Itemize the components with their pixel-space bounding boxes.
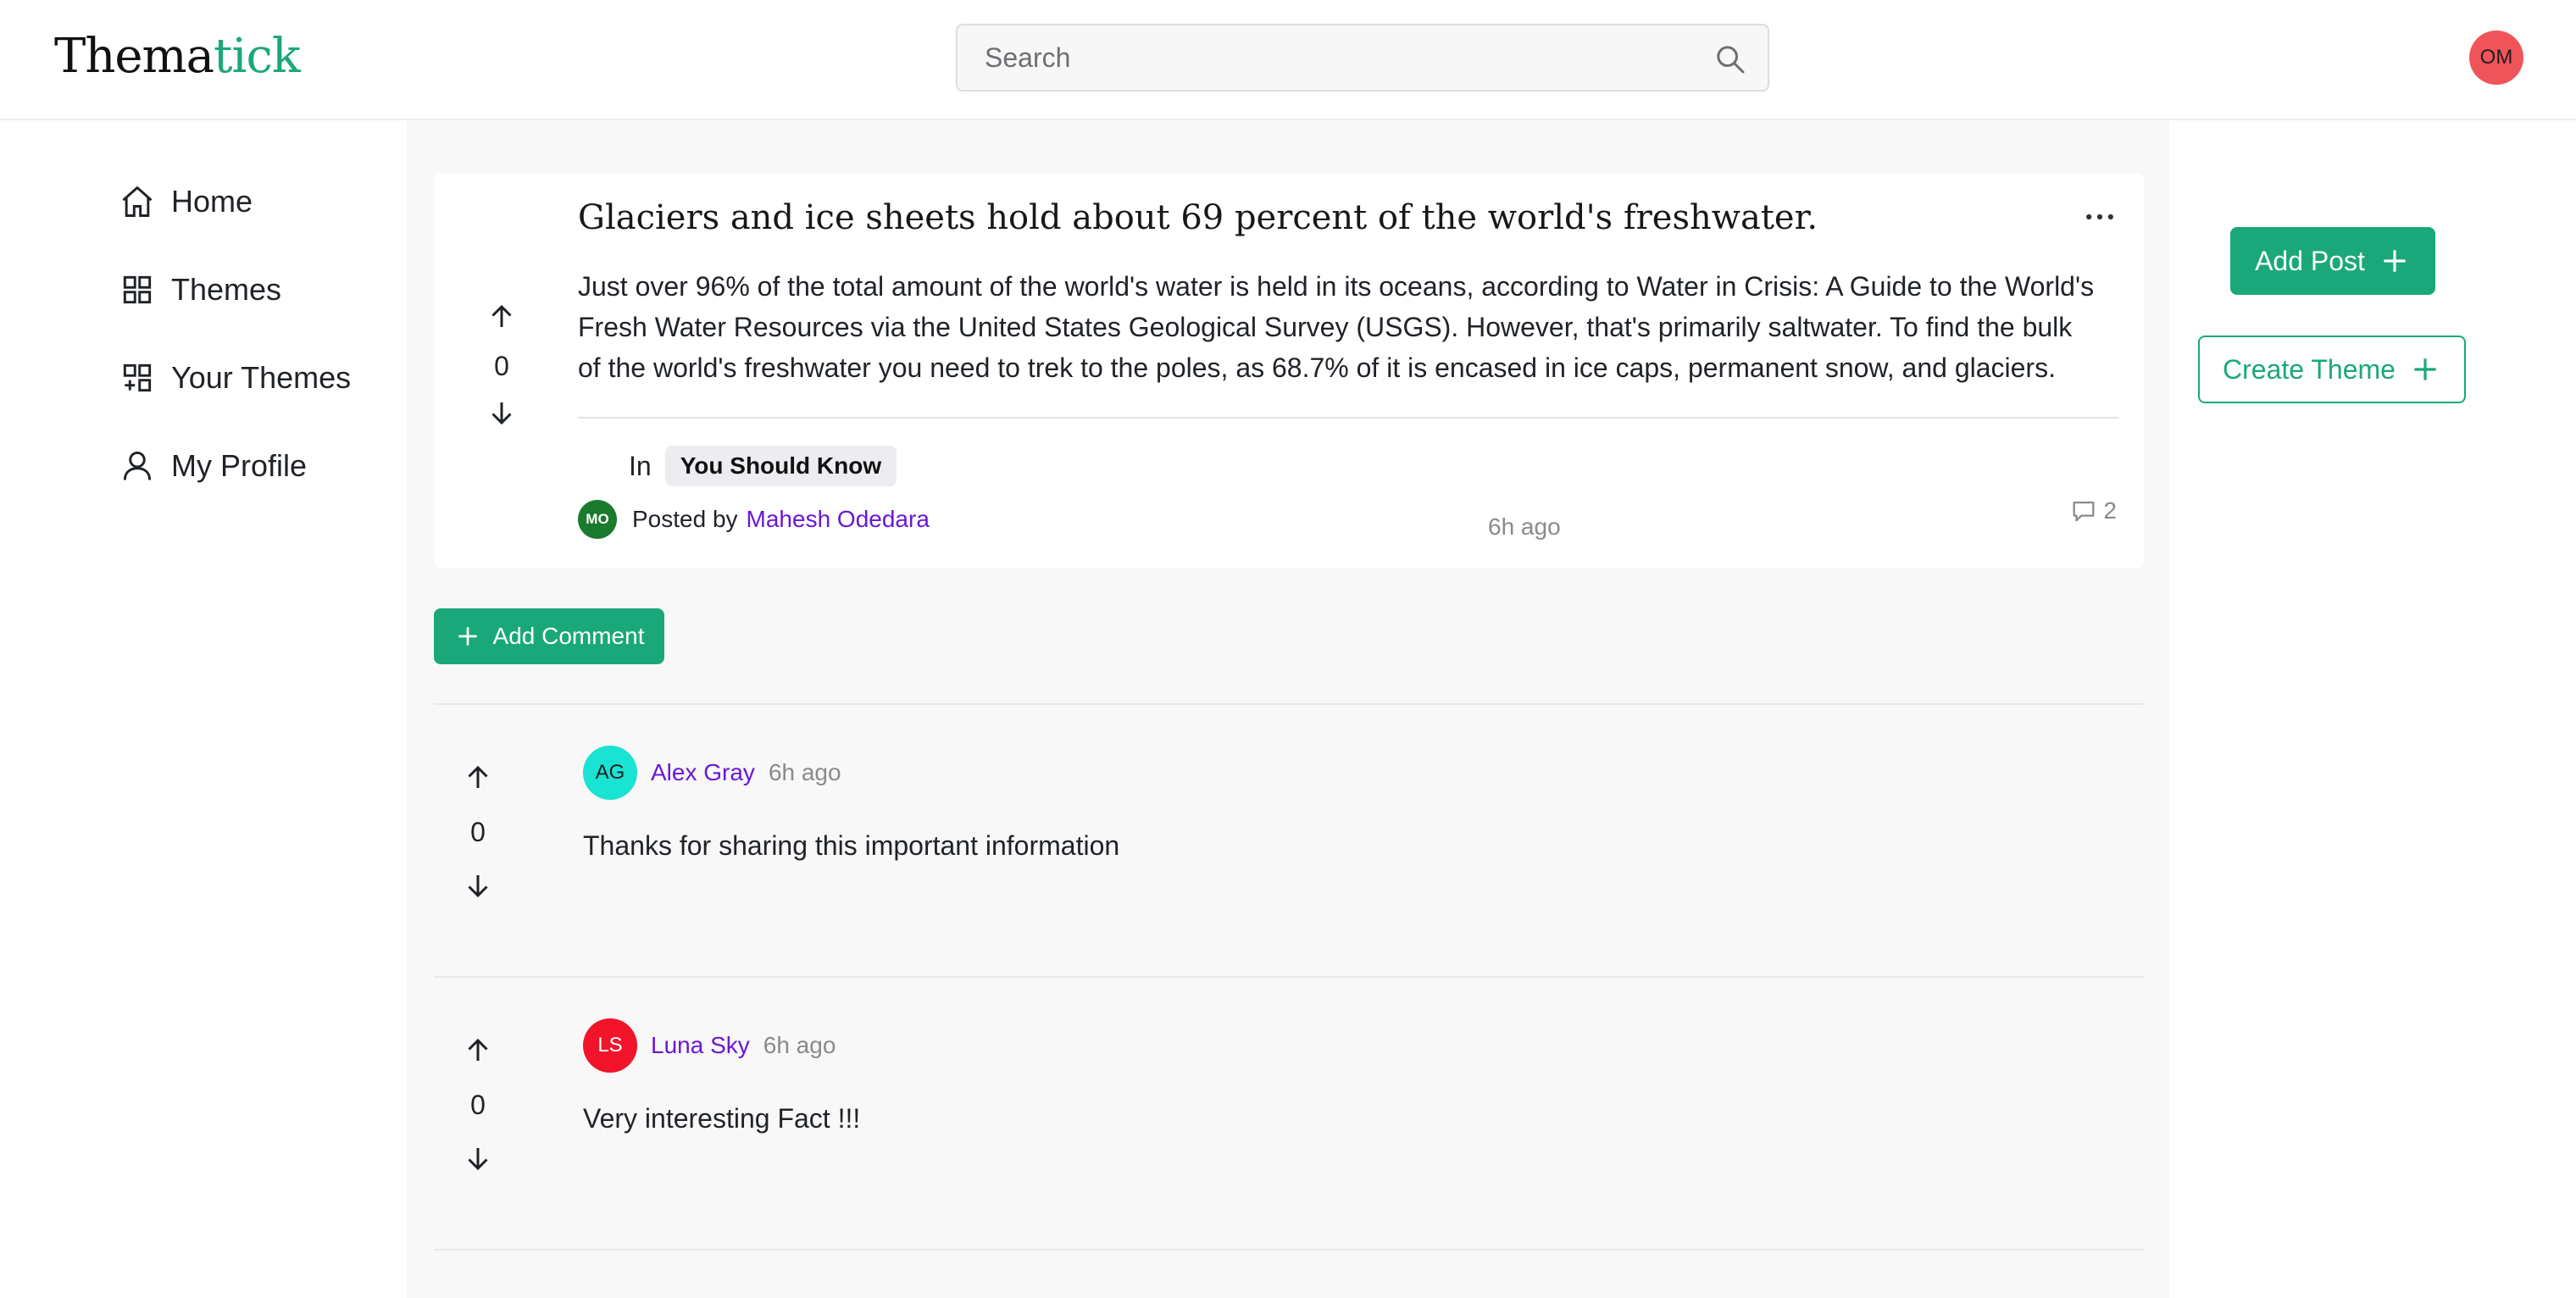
comment-vote-control: 0	[463, 1035, 493, 1173]
plus-icon	[2414, 358, 2436, 380]
comment-count-value: 2	[2103, 497, 2117, 524]
home-icon	[122, 186, 153, 217]
post-divider	[578, 417, 2118, 419]
top-header: Thematick OM	[0, 0, 2576, 120]
grid-plus-icon	[123, 363, 152, 392]
downvote-arrow-icon[interactable]	[463, 1143, 493, 1173]
post-theme-line: In You Should Know	[629, 446, 897, 486]
author-link[interactable]: Mahesh Odedara	[747, 506, 930, 533]
downvote-arrow-icon[interactable]	[486, 397, 517, 428]
avatar[interactable]: LS	[583, 1018, 637, 1073]
logo-text-accent: tick	[214, 29, 301, 84]
logo-text-dark: Thema	[54, 29, 214, 84]
upvote-arrow-icon[interactable]	[463, 1035, 493, 1066]
comment-time: 6h ago	[763, 1032, 836, 1058]
in-label: In	[629, 450, 652, 481]
sidebar-item-your-themes[interactable]: Your Themes	[119, 354, 351, 402]
avatar[interactable]: AG	[583, 746, 637, 800]
sidebar-item-label: Themes	[171, 272, 282, 307]
comment-header: LS Luna Sky 6h ago	[583, 1018, 836, 1073]
add-comment-button[interactable]: Add Comment	[434, 608, 664, 664]
comment-divider	[434, 976, 2144, 978]
post-body: Just over 96% of the total amount of the…	[578, 271, 2095, 383]
user-icon	[123, 451, 152, 480]
sidebar-item-label: My Profile	[171, 448, 308, 483]
comment-author-link[interactable]: Alex Gray	[651, 759, 755, 786]
add-post-label: Add Post	[2255, 245, 2365, 276]
search-icon[interactable]	[1713, 42, 1747, 76]
plus-icon	[2384, 250, 2406, 272]
sidebar-item-home[interactable]: Home	[119, 178, 351, 225]
main-content: 0 Glaciers and ice sheets hold about 69 …	[407, 120, 2169, 1298]
create-theme-label: Create Theme	[2223, 353, 2396, 385]
posted-by-line: MO Posted by Mahesh Odedara	[578, 500, 930, 539]
theme-chip[interactable]: You Should Know	[664, 446, 897, 486]
sidebar-item-my-profile[interactable]: My Profile	[119, 442, 351, 490]
plus-icon	[458, 627, 477, 646]
sidebar-item-themes[interactable]: Themes	[119, 266, 351, 313]
search-box	[956, 24, 1769, 92]
downvote-arrow-icon[interactable]	[463, 870, 493, 901]
search-input[interactable]	[985, 25, 1713, 90]
comment-text: Thanks for sharing this important inform…	[583, 830, 1120, 861]
comment-header: AG Alex Gray 6h ago	[583, 746, 841, 800]
posted-by-label: Posted by	[632, 506, 738, 532]
add-comment-label: Add Comment	[492, 623, 645, 649]
sidebar-item-label: Your Themes	[171, 360, 352, 395]
grid-icon	[123, 275, 152, 304]
create-theme-button[interactable]: Create Theme	[2198, 336, 2466, 403]
upvote-arrow-icon[interactable]	[486, 302, 517, 332]
vote-count: 0	[470, 817, 486, 847]
comment-author-link[interactable]: Luna Sky	[651, 1032, 750, 1059]
author-avatar[interactable]: MO	[578, 500, 617, 539]
comment-divider	[434, 703, 2144, 705]
comment-divider	[434, 1249, 2144, 1251]
comment-vote-control: 0	[463, 763, 493, 901]
vote-count: 0	[494, 351, 509, 381]
post-vote-control: 0	[486, 302, 517, 428]
comment-time: 6h ago	[768, 759, 841, 785]
vote-count: 0	[470, 1090, 486, 1120]
add-post-button[interactable]: Add Post	[2230, 227, 2435, 295]
post-card: 0 Glaciers and ice sheets hold about 69 …	[434, 173, 2144, 568]
app-logo[interactable]: Thematick	[54, 29, 301, 84]
comment-count[interactable]: 2	[2069, 496, 2117, 525]
more-options-icon[interactable]	[2081, 198, 2118, 236]
user-avatar[interactable]: OM	[2469, 31, 2523, 85]
post-title[interactable]: Glaciers and ice sheets hold about 69 pe…	[578, 198, 2069, 237]
post-time: 6h ago	[1488, 513, 1561, 540]
comment-bubble-icon	[2073, 501, 2095, 522]
sidebar-item-label: Home	[171, 184, 253, 219]
upvote-arrow-icon[interactable]	[463, 763, 493, 793]
sidebar-nav: Home Themes Your Themes My Profile	[119, 178, 351, 530]
comment-text: Very interesting Fact !!!	[583, 1103, 861, 1134]
